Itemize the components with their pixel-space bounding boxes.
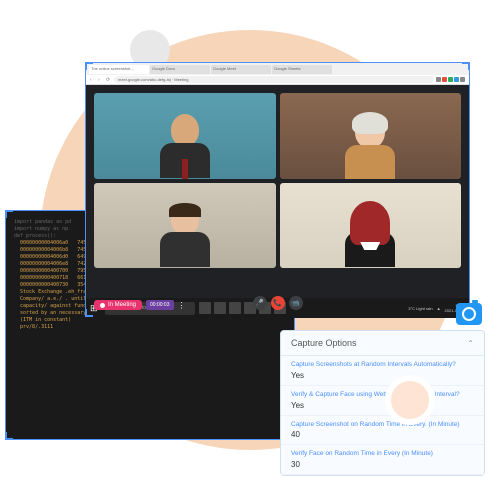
participant-tile[interactable] <box>280 93 462 179</box>
browser-tab[interactable]: Google Meet <box>211 65 271 74</box>
weather-widget[interactable]: 3°C Light rain <box>408 306 432 311</box>
extension-icon[interactable] <box>442 77 447 82</box>
extension-icon[interactable] <box>460 77 465 82</box>
extension-icon[interactable] <box>436 77 441 82</box>
browser-tab[interactable]: Google Docs <box>150 65 210 74</box>
chevron-up-icon[interactable]: ⌃ <box>467 339 474 348</box>
option-value[interactable]: Yes <box>291 401 474 410</box>
browser-window: The online screenshot… Google Docs Googl… <box>85 62 470 317</box>
tray-icon[interactable]: ▲ <box>437 306 441 311</box>
option-row: Verify Face on Random Time in Every (In … <box>281 445 484 475</box>
option-value[interactable]: 30 <box>291 460 474 469</box>
reload-icon[interactable]: ⟳ <box>106 77 112 83</box>
option-row: Capture Screenshots at Random Intervals … <box>281 356 484 386</box>
participant-tile[interactable] <box>280 183 462 269</box>
back-icon[interactable]: ‹ <box>90 77 96 83</box>
meeting-status-badge: In Meeting <box>94 300 142 310</box>
taskbar-app-icon[interactable] <box>229 302 241 314</box>
camera-button[interactable]: 📹 <box>289 296 303 310</box>
option-row: Capture Screenshot on Random Time in Eve… <box>281 416 484 446</box>
browser-tab[interactable]: Google Sheets <box>272 65 332 74</box>
browser-tab[interactable]: The online screenshot… <box>89 65 149 74</box>
video-meeting: In Meeting 00:00:03 ⋮ 🎤 📞 📹 <box>86 85 469 298</box>
taskbar-app-icon[interactable] <box>214 302 226 314</box>
option-value[interactable]: Yes <box>291 371 474 380</box>
option-label: Verify Face on Random Time in Every (In … <box>291 450 474 458</box>
option-row: Verify & Capture Face using Webcam at Ra… <box>281 386 484 416</box>
forward-icon[interactable]: › <box>98 77 104 83</box>
end-call-button[interactable]: 📞 <box>271 296 285 310</box>
option-label: Capture Screenshot on Random Time in Eve… <box>291 421 474 429</box>
address-bar: ‹ › ⟳ meet.google.com/abc-defg-hij · Mee… <box>86 75 469 85</box>
option-value[interactable]: 40 <box>291 430 474 439</box>
meeting-timer: 00:00:03 <box>146 300 173 310</box>
terminal-line: prv/8/.3111 <box>14 324 286 331</box>
participant-tile[interactable] <box>94 93 276 179</box>
participant-tile[interactable] <box>94 183 276 269</box>
extension-icon[interactable] <box>454 77 459 82</box>
url-field[interactable]: meet.google.com/abc-defg-hij · Meeting <box>114 76 434 83</box>
mic-button[interactable]: 🎤 <box>253 296 267 310</box>
camera-icon <box>456 303 482 325</box>
extensions <box>436 77 465 82</box>
extension-icon[interactable] <box>448 77 453 82</box>
panel-title: Capture Options <box>291 338 357 348</box>
menu-icon[interactable]: ⋮ <box>178 301 186 310</box>
option-label: Capture Screenshots at Random Intervals … <box>291 361 474 369</box>
tab-strip: The online screenshot… Google Docs Googl… <box>86 63 469 75</box>
terminal-line: (ITM in constant) <box>14 317 286 324</box>
option-label: Verify & Capture Face using Webcam at Ra… <box>291 391 474 399</box>
taskbar-app-icon[interactable] <box>199 302 211 314</box>
capture-options-panel: Capture Options ⌃ Capture Screenshots at… <box>280 330 485 476</box>
